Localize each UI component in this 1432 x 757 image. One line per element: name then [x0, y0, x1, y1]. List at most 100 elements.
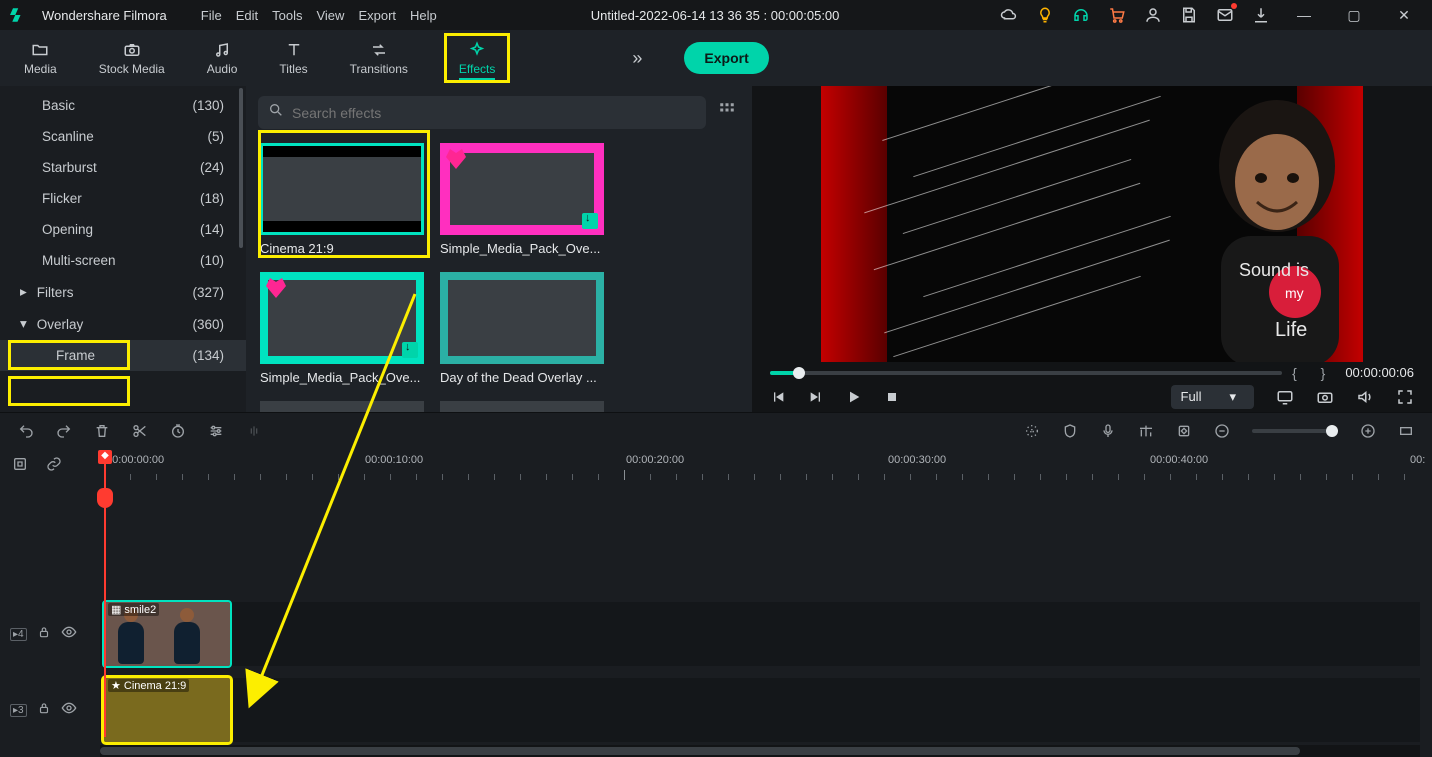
timeline-ruler[interactable]: 00:00:00:00 00:00:10:00 00:00:20:00 00:0… — [100, 454, 1420, 482]
speed-clock-button[interactable] — [170, 423, 186, 439]
effect-card-simple-media-1[interactable]: Simple_Media_Pack_Ove... — [440, 143, 604, 256]
tab-stock-media[interactable]: Stock Media — [93, 36, 171, 80]
audio-wave-button[interactable] — [246, 423, 262, 439]
volume-icon[interactable] — [1356, 388, 1374, 406]
zoom-in-button[interactable] — [1360, 423, 1376, 439]
effect-card-partial-1[interactable] — [260, 401, 424, 412]
tab-media[interactable]: Media — [18, 36, 63, 80]
timeline-playhead[interactable]: ◆ — [104, 450, 106, 737]
timeline-clip-cinema219[interactable]: ★Cinema 21:9 — [104, 678, 230, 742]
sidebar-item-opening[interactable]: Opening(14) — [0, 214, 246, 245]
menu-file[interactable]: File — [201, 8, 222, 23]
track-visibility-eye-icon[interactable] — [61, 624, 77, 645]
search-effects-input[interactable] — [258, 96, 706, 129]
chevron-down-icon: ▾ — [1229, 389, 1236, 405]
track-lane[interactable]: ▦smile2 — [100, 602, 1420, 666]
menu-tools[interactable]: Tools — [272, 8, 302, 23]
sidebar-item-frame[interactable]: Frame(134) — [0, 340, 246, 371]
render-sun-button[interactable] — [1024, 423, 1040, 439]
premium-badge-icon — [266, 278, 286, 298]
search-field[interactable] — [292, 105, 696, 121]
track-lock-icon[interactable] — [37, 701, 51, 720]
effect-label: Simple_Media_Pack_Ove... — [440, 241, 604, 256]
sidebar-item-scanline[interactable]: Scanline(5) — [0, 121, 246, 152]
sidebar-item-overlay[interactable]: ▾Overlay(360) — [0, 308, 246, 340]
auto-ripple-icon[interactable] — [12, 456, 28, 477]
window-close-icon[interactable]: ✕ — [1386, 0, 1422, 30]
decor-cutout-person: Sound is my Life — [1157, 86, 1363, 362]
main-tabs: Media Stock Media Audio Titles Transitio… — [0, 30, 1432, 86]
zoom-fit-button[interactable] — [1398, 423, 1414, 439]
effect-card-partial-2[interactable] — [440, 401, 604, 412]
sidebar-item-count: (10) — [200, 253, 224, 268]
sidebar-item-filters[interactable]: ▸Filters(327) — [0, 276, 246, 308]
preview-quality-select[interactable]: Full ▾ — [1171, 385, 1254, 409]
preview-viewport: Sound is my Life — [752, 86, 1432, 362]
marker-shield-button[interactable] — [1062, 423, 1078, 439]
tab-effects[interactable]: Effects — [444, 33, 510, 83]
menu-edit[interactable]: Edit — [236, 8, 258, 23]
download-badge-icon — [582, 213, 598, 229]
track-lock-icon[interactable] — [37, 625, 51, 644]
preview-scrubber[interactable] — [770, 371, 1282, 375]
ruler-label: 00:00:00:00 — [106, 454, 164, 466]
fullscreen-icon[interactable] — [1396, 388, 1414, 406]
link-icon[interactable] — [46, 456, 62, 477]
zoom-slider[interactable] — [1252, 429, 1338, 433]
track-lane[interactable]: ★Cinema 21:9 — [100, 678, 1420, 742]
tips-bulb-icon[interactable] — [1034, 4, 1056, 26]
mixer-bars-button[interactable] — [1138, 423, 1154, 439]
effect-card-cinema219[interactable]: Cinema 21:9 — [260, 143, 424, 256]
undo-button[interactable] — [18, 423, 34, 439]
tab-titles[interactable]: Titles — [273, 36, 313, 80]
effect-label: Day of the Dead Overlay ... — [440, 370, 604, 385]
track-visibility-eye-icon[interactable] — [61, 700, 77, 721]
support-headset-icon[interactable] — [1070, 4, 1092, 26]
timeline-horizontal-scrollbar[interactable] — [100, 745, 1420, 757]
store-cart-icon[interactable] — [1106, 4, 1128, 26]
delete-trash-button[interactable] — [94, 423, 110, 439]
prev-frame-button[interactable] — [770, 389, 786, 405]
save-floppy-icon[interactable] — [1178, 4, 1200, 26]
window-maximize-icon[interactable]: ▢ — [1336, 0, 1372, 30]
account-user-icon[interactable] — [1142, 4, 1164, 26]
adjust-sliders-button[interactable] — [208, 423, 224, 439]
sidebar-item-basic[interactable]: Basic(130) — [0, 90, 246, 121]
keyframe-diamond-button[interactable] — [1176, 423, 1192, 439]
tab-transitions[interactable]: Transitions — [344, 36, 414, 80]
track-number: ▸3 — [10, 704, 27, 717]
redo-button[interactable] — [56, 423, 72, 439]
sidebar-item-starburst[interactable]: Starburst(24) — [0, 152, 246, 183]
ruler-label: 00:00:30:00 — [888, 454, 946, 466]
snapshot-camera-icon[interactable] — [1316, 388, 1334, 406]
crop-display-icon[interactable] — [1276, 388, 1294, 406]
quality-label: Full — [1181, 389, 1202, 404]
menu-export[interactable]: Export — [358, 8, 396, 23]
menu-help[interactable]: Help — [410, 8, 437, 23]
next-frame-button[interactable] — [808, 389, 824, 405]
menu-view[interactable]: View — [316, 8, 344, 23]
layout-grid-icon[interactable] — [718, 101, 736, 124]
messages-icon[interactable] — [1214, 4, 1236, 26]
sidebar-item-flicker[interactable]: Flicker(18) — [0, 183, 246, 214]
record-mic-button[interactable] — [1100, 423, 1116, 439]
in-out-braces-icon[interactable]: { } — [1292, 365, 1335, 381]
zoom-out-button[interactable] — [1214, 423, 1230, 439]
tab-audio[interactable]: Audio — [201, 36, 244, 80]
cloud-icon[interactable] — [998, 4, 1020, 26]
playhead-scissor-icon — [97, 488, 113, 508]
window-minimize-icon[interactable]: — — [1286, 0, 1322, 30]
sidebar-scrollbar[interactable] — [239, 88, 243, 248]
sidebar-item-multiscreen[interactable]: Multi-screen(10) — [0, 245, 246, 276]
split-scissors-button[interactable] — [132, 423, 148, 439]
effect-card-day-of-the-dead[interactable]: Day of the Dead Overlay ... — [440, 272, 604, 385]
playhead-flag-icon: ◆ — [98, 450, 112, 464]
effect-card-simple-media-2[interactable]: Simple_Media_Pack_Ove... — [260, 272, 424, 385]
stop-button[interactable] — [884, 389, 900, 405]
timeline-clip-smile2[interactable]: ▦smile2 — [104, 602, 230, 666]
download-icon[interactable] — [1250, 4, 1272, 26]
more-tabs-icon[interactable]: » — [620, 48, 654, 69]
effect-thumbnail — [260, 272, 424, 364]
export-button[interactable]: Export — [684, 42, 768, 74]
play-button[interactable] — [846, 389, 862, 405]
